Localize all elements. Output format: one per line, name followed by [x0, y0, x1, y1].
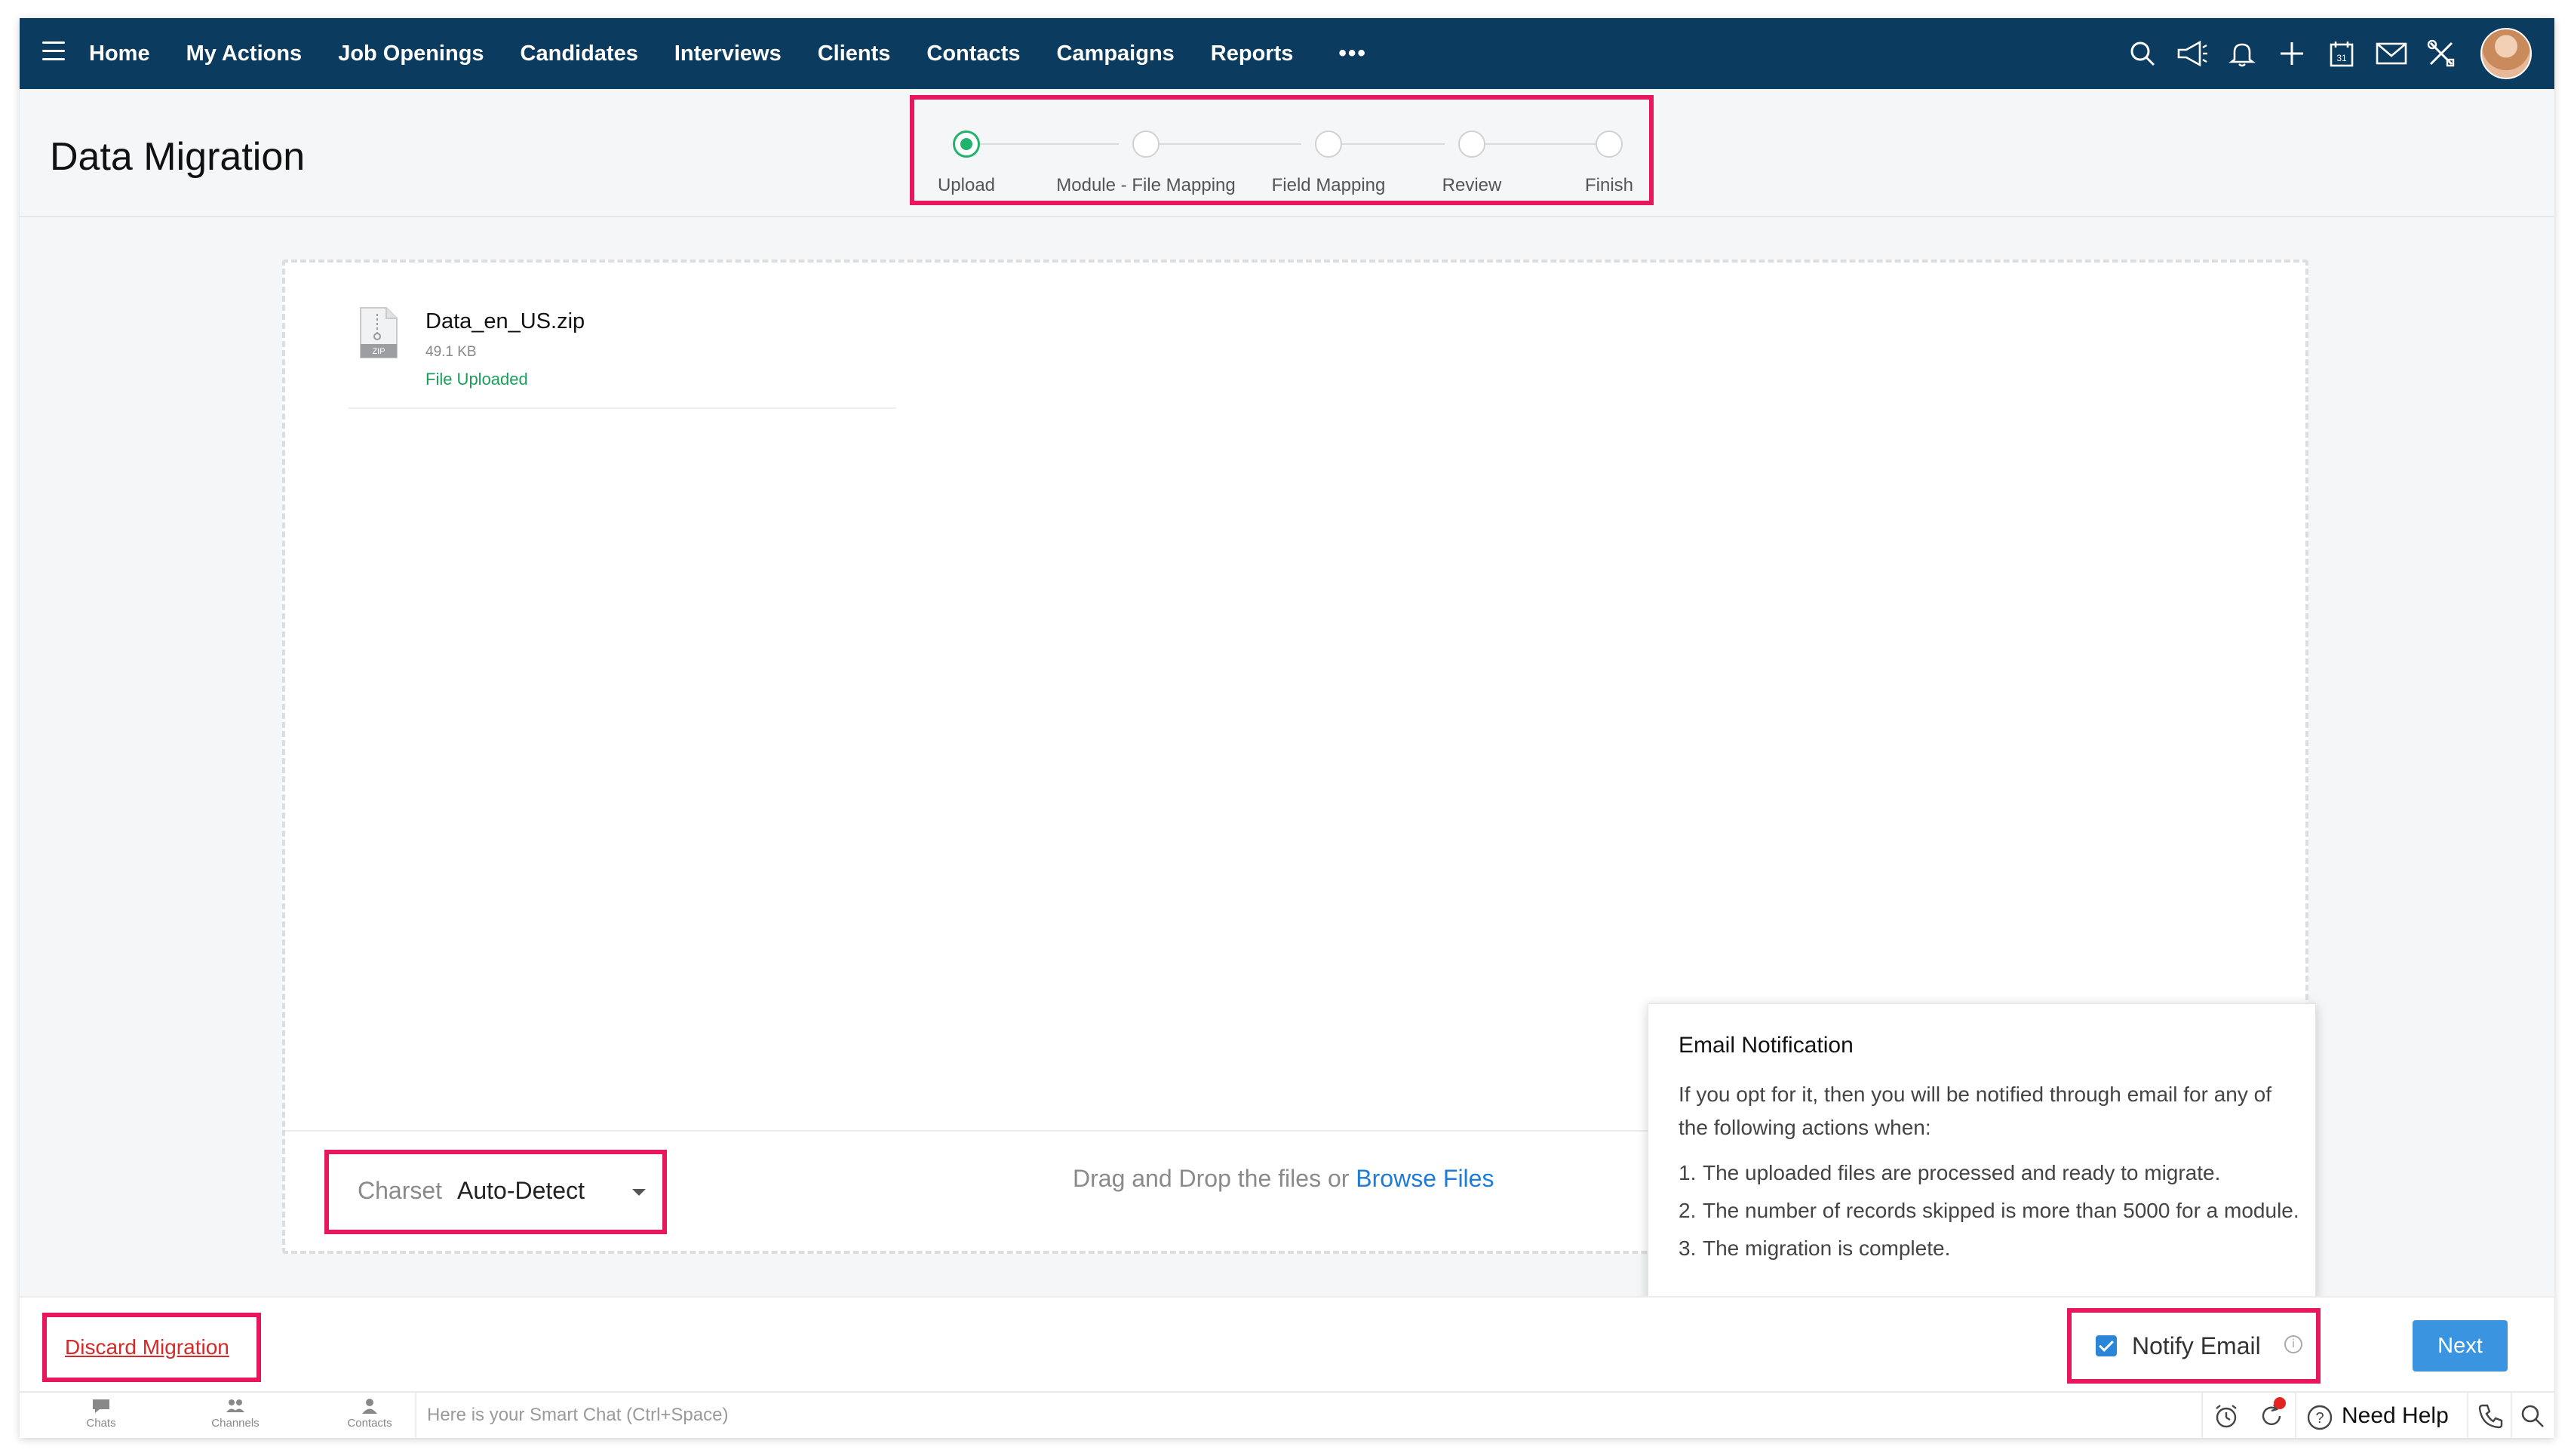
list-item: 3. The migration is complete.	[1679, 1236, 1951, 1260]
charset-value[interactable]: Auto-Detect	[457, 1177, 585, 1205]
nav-item-candidates[interactable]: Candidates	[521, 41, 638, 66]
top-navigation: Home My Actions Job Openings Candidates …	[20, 18, 2554, 89]
nav-list: Home My Actions Job Openings Candidates …	[89, 18, 1403, 89]
file-divider	[349, 407, 896, 409]
step-connector	[1342, 143, 1445, 145]
chat-divider	[415, 1393, 416, 1438]
app-window: Home My Actions Job Openings Candidates …	[20, 18, 2554, 1438]
step-connector	[980, 143, 1119, 145]
nav-item-my-actions[interactable]: My Actions	[186, 41, 303, 66]
svg-text:?: ?	[2315, 1410, 2324, 1427]
migration-stepper: Upload Module - File Mapping Field Mappi…	[910, 95, 1654, 205]
phone-icon[interactable]	[2476, 1402, 2505, 1430]
browse-files-link[interactable]: Browse Files	[1356, 1165, 1494, 1192]
mail-icon[interactable]	[2375, 37, 2408, 70]
chat-tab-label: Chats	[86, 1417, 116, 1430]
step-review-label: Review	[1442, 175, 1502, 195]
info-icon[interactable]: i	[2284, 1335, 2302, 1353]
search-icon[interactable]	[2126, 37, 2159, 70]
chat-tab-channels[interactable]: Channels	[190, 1397, 281, 1430]
group-icon	[226, 1399, 244, 1412]
nav-item-reports[interactable]: Reports	[1211, 41, 1294, 66]
file-name: Data_en_US.zip	[425, 309, 585, 333]
drag-drop-label: Drag and Drop the files or	[1073, 1165, 1356, 1192]
need-help-label[interactable]: Need Help	[2342, 1403, 2449, 1429]
svg-text:ZIP: ZIP	[372, 347, 385, 356]
next-button[interactable]: Next	[2413, 1320, 2508, 1372]
menu-icon[interactable]	[42, 41, 65, 66]
chat-divider	[2511, 1393, 2512, 1438]
nav-more-icon[interactable]: •••	[1338, 41, 1367, 66]
smart-chat-input[interactable]: Here is your Smart Chat (Ctrl+Space)	[427, 1405, 728, 1426]
chat-tab-label: Contacts	[347, 1417, 392, 1430]
nav-icon-group: 31	[2109, 18, 2532, 89]
tools-icon[interactable]	[2425, 37, 2458, 70]
file-size: 49.1 KB	[425, 344, 477, 360]
chat-tab-label: Channels	[211, 1417, 260, 1430]
drag-drop-text: Drag and Drop the files or Browse Files	[1073, 1165, 1494, 1193]
notify-email-highlight: Notify Email i	[2067, 1308, 2321, 1384]
step-upload-indicator	[953, 131, 980, 158]
notify-email-label[interactable]: Notify Email	[2132, 1332, 2261, 1360]
step-module-file-mapping-label: Module - File Mapping	[1056, 175, 1236, 195]
chat-tab-chats[interactable]: Chats	[56, 1397, 146, 1430]
discard-highlight: Discard Migration	[42, 1313, 261, 1382]
alarm-clock-icon[interactable]	[2212, 1402, 2241, 1430]
tooltip-title: Email Notification	[1679, 1033, 1854, 1058]
calendar-icon[interactable]: 31	[2325, 37, 2358, 70]
tooltip-intro: If you opt for it, then you will be noti…	[1679, 1083, 2271, 1139]
nav-item-home[interactable]: Home	[89, 41, 150, 66]
page-title: Data Migration	[50, 135, 306, 179]
tooltip-list: 1. The uploaded files are processed and r…	[1679, 1157, 2305, 1270]
chevron-down-icon[interactable]	[632, 1189, 646, 1196]
nav-item-job-openings[interactable]: Job Openings	[338, 41, 484, 66]
step-review-indicator	[1458, 131, 1485, 158]
svg-text:31: 31	[2336, 53, 2347, 63]
chat-divider	[2467, 1393, 2468, 1438]
chat-divider	[2201, 1393, 2203, 1438]
step-field-mapping-indicator	[1315, 131, 1342, 158]
megaphone-icon[interactable]	[2176, 37, 2209, 70]
step-upload-label: Upload	[937, 175, 996, 195]
search-icon[interactable]	[2518, 1402, 2547, 1430]
user-avatar[interactable]	[2480, 28, 2532, 79]
step-field-mapping-label: Field Mapping	[1271, 175, 1386, 195]
step-module-file-mapping-indicator	[1132, 131, 1160, 158]
person-icon	[362, 1399, 377, 1414]
step-connector	[1160, 143, 1301, 145]
chat-divider	[2295, 1393, 2296, 1438]
smart-chat-bar: Chats Channels Contacts Here is your Sma…	[20, 1391, 2554, 1438]
action-footer: Discard Migration Notify Email i Next	[20, 1296, 2554, 1393]
nav-item-clients[interactable]: Clients	[818, 41, 891, 66]
nav-item-campaigns[interactable]: Campaigns	[1056, 41, 1174, 66]
plus-icon[interactable]	[2275, 37, 2308, 70]
discard-migration-link[interactable]: Discard Migration	[65, 1335, 229, 1359]
file-status: File Uploaded	[425, 370, 528, 389]
email-notification-tooltip: Email Notification If you opt for it, th…	[1648, 1003, 2316, 1329]
notification-dot	[2274, 1397, 2286, 1409]
zip-file-icon: ZIP	[359, 306, 398, 359]
chat-bubble-icon	[93, 1399, 109, 1413]
notify-email-checkbox[interactable]	[2096, 1335, 2117, 1356]
chat-tab-contacts[interactable]: Contacts	[324, 1397, 415, 1430]
nav-item-interviews[interactable]: Interviews	[674, 41, 782, 66]
step-finish-indicator	[1596, 131, 1623, 158]
list-item: 2. The number of records skipped is more …	[1679, 1199, 2299, 1222]
charset-label: Charset	[358, 1177, 443, 1204]
charset-select[interactable]: Charset Auto-Detect	[324, 1150, 667, 1234]
list-item: 1. The uploaded files are processed and r…	[1679, 1161, 2221, 1184]
bell-icon[interactable]	[2225, 37, 2259, 70]
page-header: Data Migration Upload Module - File Mapp…	[20, 89, 2554, 217]
nav-item-contacts[interactable]: Contacts	[926, 41, 1020, 66]
help-icon[interactable]: ?	[2305, 1403, 2334, 1432]
step-finish-label: Finish	[1584, 175, 1634, 195]
step-connector	[1485, 143, 1596, 145]
